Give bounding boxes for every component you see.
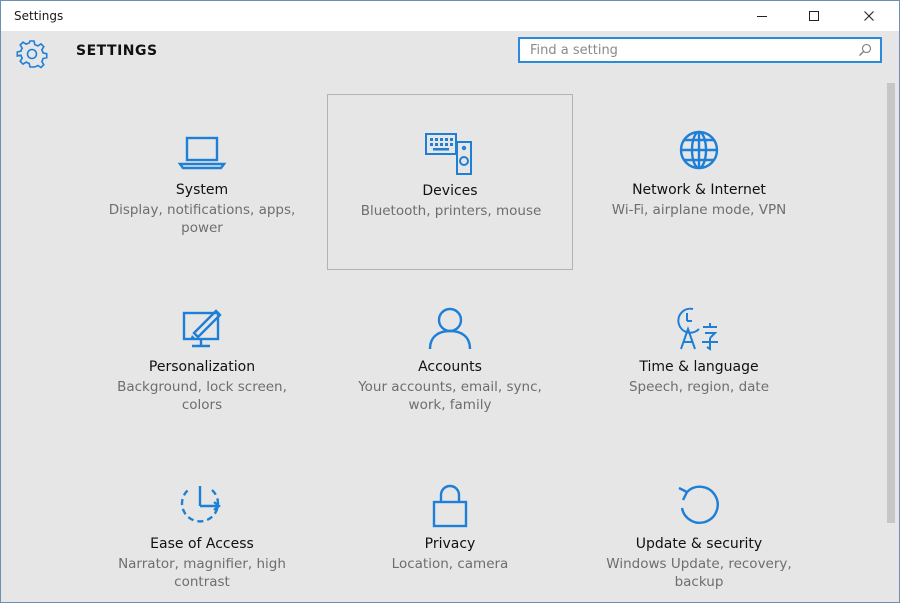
tile-label: Privacy: [424, 536, 476, 552]
tile-label: Accounts: [418, 359, 482, 375]
tile-description: Bluetooth, printers, mouse: [360, 203, 542, 219]
tile-description: Narrator, magnifier, high contrast: [118, 556, 286, 590]
gear-icon: [16, 40, 48, 69]
tile-devices[interactable]: Devices Bluetooth, printers, mouse: [327, 94, 573, 270]
tile-system[interactable]: System Display, notifications, apps, pow…: [79, 94, 325, 270]
person-icon: [428, 307, 472, 350]
maximize-icon: [809, 11, 819, 21]
close-button[interactable]: [846, 1, 892, 31]
tile-description: Background, lock screen, colors: [117, 379, 287, 413]
search-input[interactable]: [528, 39, 856, 61]
tile-description: Display, notifications, apps, power: [108, 202, 296, 236]
tile-accounts[interactable]: Accounts Your accounts, email, sync, wor…: [327, 271, 573, 447]
settings-window: Settings SETTINGS Find a setting System …: [0, 0, 900, 603]
minimize-icon: [757, 16, 767, 17]
minimize-button[interactable]: [739, 1, 785, 31]
tile-description: Wi-Fi, airplane mode, VPN: [611, 202, 787, 218]
tile-description: Location, camera: [391, 556, 509, 572]
tile-label: Time & language: [639, 359, 759, 375]
lock-icon: [432, 484, 468, 528]
tile-label: Update & security: [635, 536, 763, 552]
personalization-icon: [182, 309, 222, 348]
tile-description: Windows Update, recovery, backup: [606, 556, 792, 590]
window-title: Settings: [14, 9, 64, 23]
page-title: SETTINGS: [76, 43, 158, 59]
settings-header: SETTINGS: [1, 31, 899, 79]
title-bar: Settings: [1, 1, 899, 31]
tile-update-security[interactable]: Update & security Windows Update, recove…: [576, 448, 822, 602]
tile-label: Network & Internet: [632, 182, 766, 198]
tile-personalization[interactable]: Personalization Background, lock screen,…: [79, 271, 325, 447]
tile-time-language[interactable]: Time & language Speech, region, date: [576, 271, 822, 447]
update-icon: [678, 485, 719, 524]
tile-label: Personalization: [148, 359, 256, 375]
maximize-button[interactable]: [791, 1, 837, 31]
tile-description: Your accounts, email, sync, work, family: [358, 379, 542, 413]
tile-privacy[interactable]: Privacy Location, camera: [327, 448, 573, 602]
globe-icon: [679, 130, 719, 170]
tile-network-internet[interactable]: Network & Internet Wi-Fi, airplane mode,…: [576, 94, 822, 270]
ease-of-access-icon: [180, 486, 221, 523]
close-icon: [864, 11, 874, 21]
laptop-icon: [177, 136, 227, 170]
devices-icon: [425, 133, 472, 175]
vertical-scrollbar[interactable]: [884, 79, 898, 601]
time-language-icon: [677, 307, 718, 351]
tile-description: Speech, region, date: [628, 379, 770, 395]
search-box[interactable]: [518, 37, 882, 63]
tile-label: Ease of Access: [150, 536, 254, 552]
search-icon[interactable]: [856, 41, 874, 59]
tile-label: System: [175, 182, 229, 198]
scrollbar-thumb[interactable]: [887, 83, 895, 523]
tile-label: Devices: [422, 183, 478, 199]
tile-ease-of-access[interactable]: Ease of Access Narrator, magnifier, high…: [79, 448, 325, 602]
